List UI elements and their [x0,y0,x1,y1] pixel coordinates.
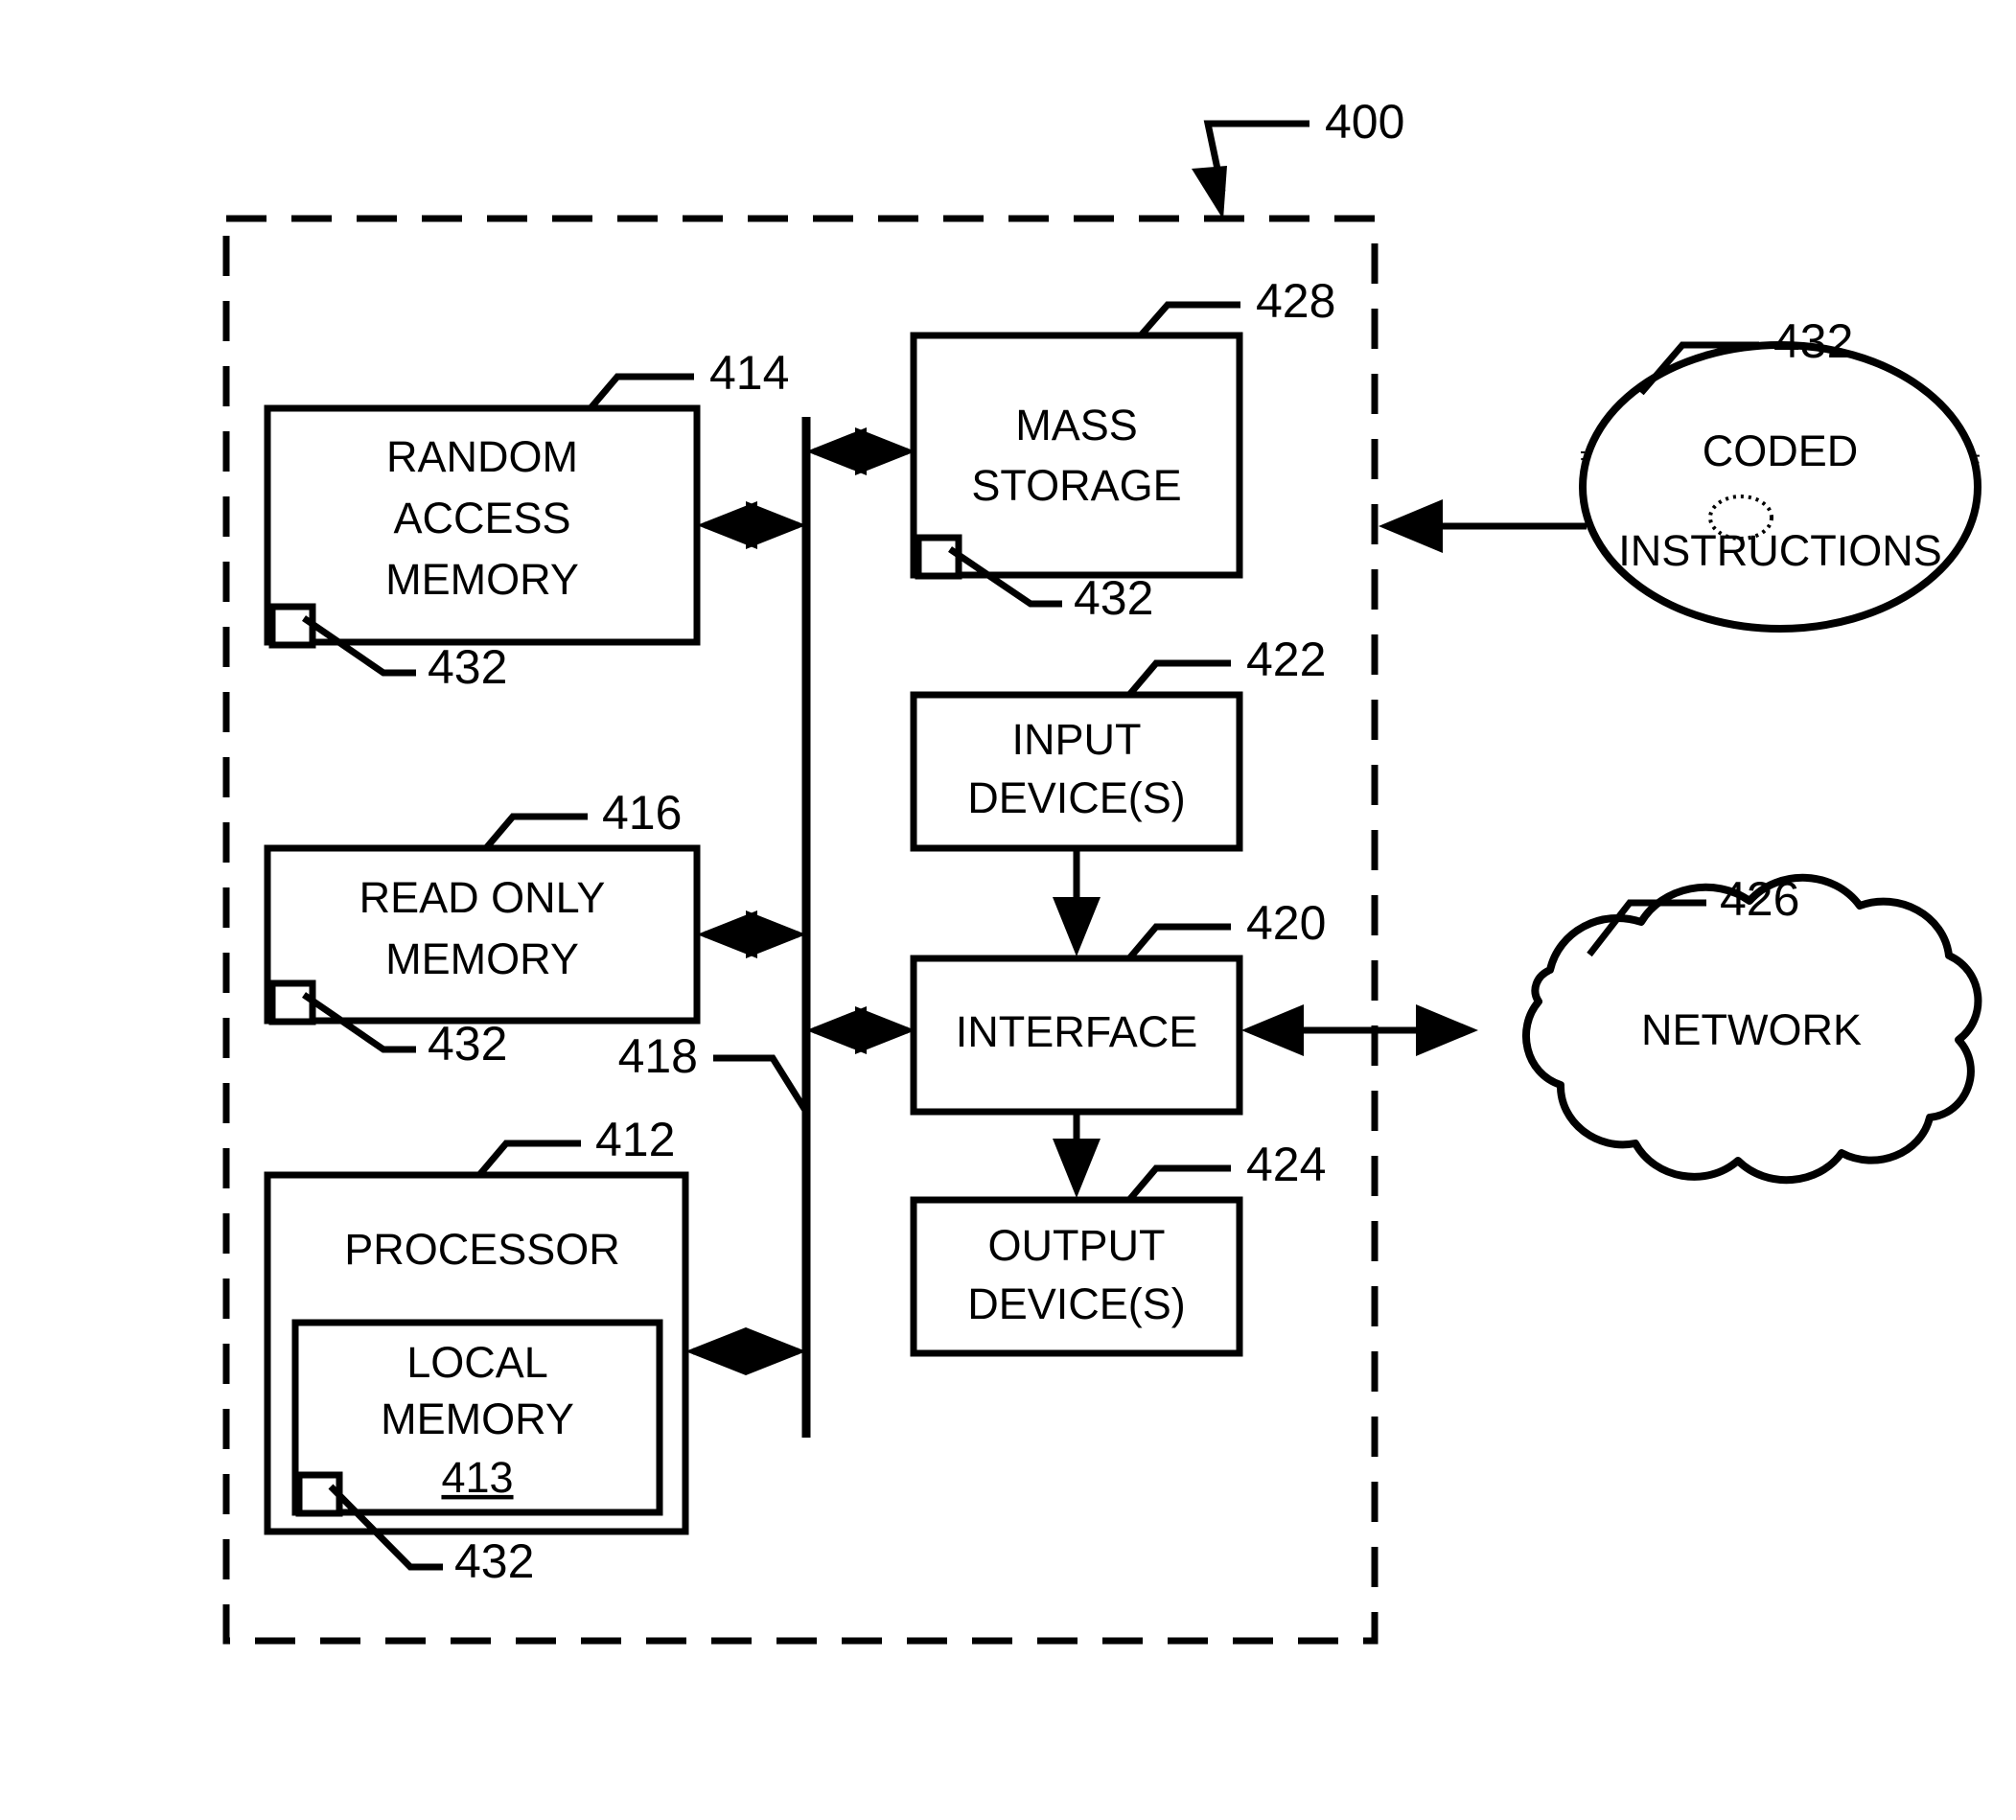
ref-412-leader [476,1140,581,1178]
read-only-memory-line1: READ ONLY [359,873,606,922]
ref-416-label: 416 [602,786,682,840]
random-access-memory-line2: ACCESS [393,494,570,542]
arrow-input-to-interface [1053,848,1101,956]
ref-420-label: 420 [1246,896,1326,950]
processor-label: PROCESSOR [344,1225,620,1274]
local-memory-line2: MEMORY [381,1394,574,1443]
ref-432-ram-label: 432 [428,640,507,694]
coded-instructions-line2: INSTRUCTIONS [1618,526,1942,575]
mass-storage-line2: STORAGE [971,461,1181,510]
ref-400-label: 400 [1325,95,1404,149]
arrow-rom-to-bus [697,910,806,958]
local-memory-line1: LOCAL [406,1338,548,1387]
output-devices-line2: DEVICE(S) [967,1279,1186,1328]
ref-432-rom-label: 432 [428,1017,507,1071]
ref-432-mass-storage-label: 432 [1074,571,1153,625]
ref-400-arrowhead [1192,166,1227,219]
marker-432-local-memory [295,1471,343,1517]
ref-420-leader [1126,923,1231,961]
figure-canvas: 400 418 RANDOM ACCESS MEMORY 414 432 REA… [0,0,2016,1820]
arrow-mass-storage-to-bus [806,427,915,475]
arrow-ram-to-bus [697,501,806,549]
input-devices-line2: DEVICE(S) [967,773,1186,822]
ref-422-leader [1126,659,1231,698]
ref-424-label: 424 [1246,1138,1326,1191]
external-coded-instructions-disc: CODED INSTRUCTIONS 432 [1579,314,1981,633]
ref-428-label: 428 [1256,274,1335,328]
network-label: NETWORK [1641,1005,1862,1054]
interface-label: INTERFACE [956,1007,1198,1056]
ref-418-label: 418 [618,1029,698,1083]
marker-432-mass-storage [915,534,962,580]
arrow-interface-to-output [1053,1112,1101,1198]
block-mass-storage [910,332,1243,579]
arrow-interface-to-bus [806,1006,915,1054]
arrow-processor-to-bus [685,1327,806,1375]
ref-418-leader [713,1054,809,1114]
ref-414-label: 414 [709,346,789,400]
ref-424-leader [1126,1164,1231,1203]
output-devices-line1: OUTPUT [988,1221,1166,1270]
ref-432-disc-label: 432 [1773,314,1853,368]
ref-432-local-memory-label: 432 [454,1534,534,1588]
ref-416-leader [483,813,588,851]
local-memory-ref-413: 413 [441,1453,513,1502]
ref-426-label: 426 [1720,872,1799,926]
random-access-memory-line1: RANDOM [386,432,578,481]
ref-428-leader [1138,301,1240,338]
patent-figure-diagram: 400 418 RANDOM ACCESS MEMORY 414 432 REA… [222,95,1982,1645]
marker-432-random-access-memory [268,603,316,649]
ref-422-label: 422 [1246,633,1326,686]
external-network-cloud: NETWORK 426 [1522,872,1982,1185]
ref-400-leader [1192,120,1309,219]
arrow-coded-instructions-to-platform [1379,499,1587,553]
read-only-memory-line2: MEMORY [385,934,579,983]
ref-414-leader [588,373,694,411]
mass-storage-line1: MASS [1015,401,1138,449]
coded-instructions-line1: CODED [1703,426,1859,475]
ref-412-label: 412 [595,1113,675,1166]
marker-432-read-only-memory [268,979,316,1025]
input-devices-line1: INPUT [1012,715,1142,764]
random-access-memory-line3: MEMORY [385,555,579,604]
arrow-interface-to-network [1241,1004,1478,1056]
